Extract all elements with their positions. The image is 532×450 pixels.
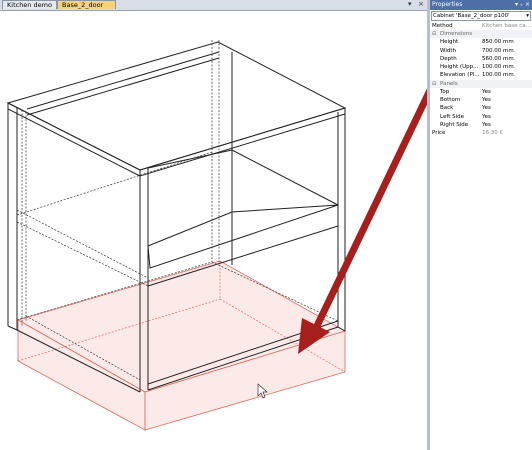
panel-controls-icon[interactable]: ▾ ₊ × xyxy=(515,0,530,10)
chevron-down-icon[interactable]: ▾ xyxy=(526,12,529,20)
property-value[interactable]: Yes xyxy=(482,113,532,121)
property-value[interactable]: 100.00 mm xyxy=(482,71,532,79)
plinth-highlight xyxy=(16,260,347,431)
property-key: Height xyxy=(440,39,459,46)
properties-panel: Properties ▾ ₊ × Cabinet 'Base_2_door p1… xyxy=(430,0,532,450)
annotation-arrow xyxy=(298,88,427,354)
property-row[interactable]: Top Yes xyxy=(430,88,532,96)
property-key: Bottom xyxy=(440,97,461,104)
property-key: Top xyxy=(440,88,450,95)
property-row[interactable]: Left Side Yes xyxy=(430,113,532,121)
property-row[interactable]: Right Side Yes xyxy=(430,121,532,129)
tab-kitchen-demo[interactable]: Kitchen demo xyxy=(2,0,57,9)
property-key: Elevation (Pl... xyxy=(440,72,480,79)
property-value: 16,30 € xyxy=(482,130,503,137)
property-value[interactable]: 100.00 mm xyxy=(482,63,532,71)
property-value[interactable]: Yes xyxy=(482,88,532,96)
property-grid: Method Kitchen base ca... ⊟ Dimensions H… xyxy=(430,22,532,138)
property-row-method[interactable]: Method Kitchen base ca... xyxy=(430,22,532,30)
object-selector[interactable]: Cabinet 'Base_2_door p100' ▾ xyxy=(431,11,531,21)
tab-list-dropdown-icon[interactable]: ▾ xyxy=(408,0,412,9)
property-key: Price xyxy=(432,130,446,137)
property-key: Right Side xyxy=(440,121,469,128)
property-key: Width xyxy=(440,47,456,54)
properties-title-bar: Properties ▾ ₊ × xyxy=(430,0,532,10)
property-value[interactable]: Yes xyxy=(482,104,532,112)
3d-viewport[interactable] xyxy=(0,11,427,450)
property-value[interactable]: Yes xyxy=(482,121,532,129)
property-value[interactable]: 850.00 mm xyxy=(482,38,532,46)
collapse-icon[interactable]: ⊟ xyxy=(432,30,436,38)
property-value[interactable]: Kitchen base ca... xyxy=(482,22,532,30)
category-label: Panels xyxy=(440,80,458,87)
property-row[interactable]: Back Yes xyxy=(430,104,532,112)
category-label: Dimensions xyxy=(440,31,473,38)
category-dimensions[interactable]: ⊟ Dimensions xyxy=(430,30,532,39)
property-row[interactable]: Height 850.00 mm xyxy=(430,38,532,46)
collapse-icon[interactable]: ⊟ xyxy=(432,80,436,88)
tab-base-2-door[interactable]: Base_2_door p100 xyxy=(57,0,116,18)
property-row[interactable]: Elevation (Pl... 100.00 mm xyxy=(430,71,532,79)
category-panels[interactable]: ⊟ Panels xyxy=(430,79,532,88)
close-tab-icon[interactable]: × xyxy=(418,0,424,9)
property-key: Back xyxy=(440,105,454,112)
property-value[interactable]: 700.00 mm xyxy=(482,47,532,55)
property-key: Depth xyxy=(440,55,457,62)
property-value[interactable]: Yes xyxy=(482,96,532,104)
property-key: Method xyxy=(432,23,453,29)
property-row-price[interactable]: Price 16,30 € xyxy=(430,129,532,137)
object-selector-value: Cabinet 'Base_2_door p100' xyxy=(433,13,510,19)
property-value[interactable]: 560.00 mm xyxy=(482,55,532,63)
property-row[interactable]: Height (Upp... 100.00 mm xyxy=(430,63,532,71)
document-tab-bar: Kitchen demo Base_2_door p100 ▾ × xyxy=(0,0,428,18)
property-row[interactable]: Width 700.00 mm xyxy=(430,47,532,55)
property-key: Height (Upp... xyxy=(440,64,479,71)
property-key: Left Side xyxy=(440,113,464,120)
property-row[interactable]: Bottom Yes xyxy=(430,96,532,104)
cabinet-wireframe xyxy=(6,40,427,431)
property-row[interactable]: Depth 560.00 mm xyxy=(430,55,532,63)
properties-title: Properties xyxy=(432,1,463,8)
